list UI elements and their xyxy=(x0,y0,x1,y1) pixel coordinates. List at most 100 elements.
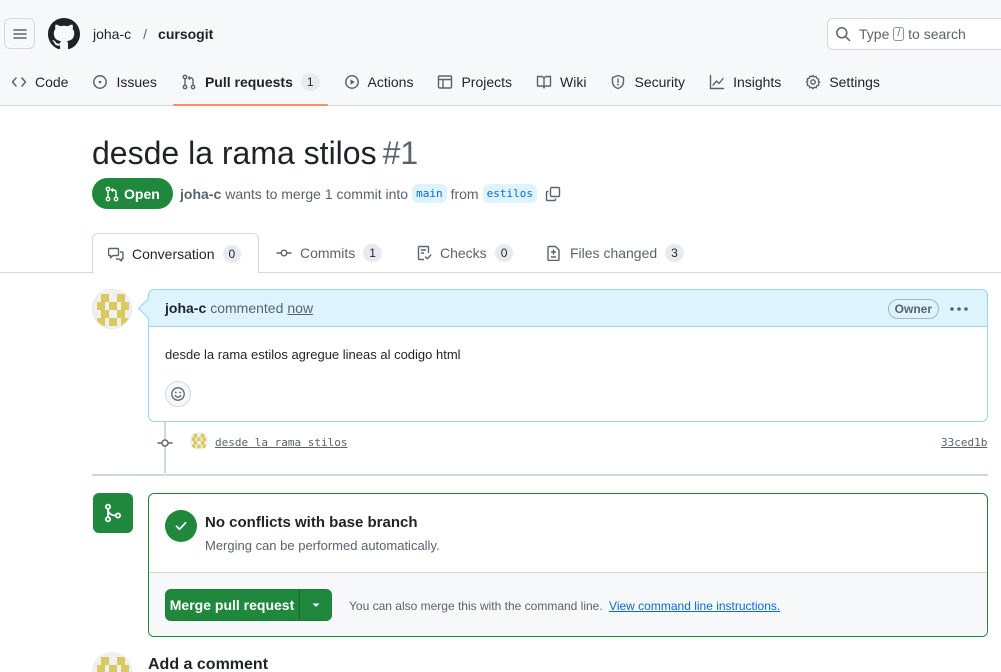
tab-code-label: Code xyxy=(35,74,69,90)
merge-options-button[interactable] xyxy=(299,589,332,621)
kebab-horizontal-icon xyxy=(950,307,968,311)
pull-request-icon xyxy=(105,186,119,201)
add-reaction-button[interactable] xyxy=(165,381,191,407)
pr-tabs: Conversation 0 Commits 1 Checks 0 Files … xyxy=(0,233,1001,274)
issue-icon xyxy=(93,75,108,89)
tab-code[interactable]: Code xyxy=(0,64,76,100)
pr-meta: joha-c wants to merge 1 commit into main… xyxy=(180,184,561,203)
tab-security[interactable]: Security xyxy=(602,64,693,100)
owner-badge: Owner xyxy=(887,299,939,319)
tab-actions[interactable]: Actions xyxy=(336,64,422,100)
search-input[interactable]: Type / to search xyxy=(827,18,1001,50)
tab-actions-label: Actions xyxy=(367,74,414,90)
merge-hint-text: You can also merge this with the command… xyxy=(349,599,603,613)
tab-conversation-label: Conversation xyxy=(132,245,215,262)
pr-number: #1 xyxy=(382,135,419,171)
hamburger-icon xyxy=(12,28,27,39)
tab-projects[interactable]: Projects xyxy=(429,64,520,100)
commit-author-avatar[interactable] xyxy=(190,432,208,450)
book-icon xyxy=(536,75,552,89)
merge-box: No conflicts with base branch Merging ca… xyxy=(148,493,988,637)
add-comment-heading: Add a comment xyxy=(148,656,269,672)
file-diff-icon xyxy=(547,245,560,261)
copy-branch-button[interactable] xyxy=(545,186,561,202)
git-merge-icon xyxy=(104,503,122,523)
checklist-icon xyxy=(417,245,432,261)
github-logo-icon[interactable] xyxy=(48,18,80,50)
breadcrumb: joha-c / cursogit xyxy=(93,25,213,43)
tab-projects-label: Projects xyxy=(461,74,513,90)
pr-merge-text: wants to merge 1 commit into xyxy=(225,185,409,202)
tab-insights-label: Insights xyxy=(733,74,782,90)
breadcrumb-separator: / xyxy=(143,26,148,42)
app-header: joha-c / cursogit Type / to search Code … xyxy=(0,0,1001,106)
breadcrumb-repo-link[interactable]: cursogit xyxy=(158,25,213,43)
tab-issues-label: Issues xyxy=(116,74,157,90)
merge-hint: You can also merge this with the command… xyxy=(349,599,780,613)
merge-status-icon xyxy=(93,493,133,533)
tab-insights[interactable]: Insights xyxy=(701,64,789,100)
tab-checks[interactable]: Checks 0 xyxy=(416,233,514,273)
tab-issues[interactable]: Issues xyxy=(84,64,164,100)
commit-icon xyxy=(276,249,292,257)
base-branch-label[interactable]: main xyxy=(412,184,447,203)
search-icon xyxy=(836,27,851,42)
check-circle-icon xyxy=(165,510,197,542)
play-icon xyxy=(344,75,359,89)
search-shortcut-key: / xyxy=(893,27,905,41)
commit-message-link[interactable]: desde la rama stilos xyxy=(215,436,347,449)
tab-checks-count: 0 xyxy=(494,244,514,262)
avatar[interactable] xyxy=(92,289,132,329)
current-user-avatar[interactable] xyxy=(92,652,132,672)
tab-files-changed[interactable]: Files changed 3 xyxy=(546,233,684,273)
tab-commits-count: 1 xyxy=(363,244,382,262)
shield-icon xyxy=(612,74,625,90)
gear-icon xyxy=(805,74,821,90)
comment-timestamp-link[interactable]: now xyxy=(287,300,313,316)
tab-settings[interactable]: Settings xyxy=(797,64,888,100)
search-placeholder-prefix: Type xyxy=(859,26,890,42)
triangle-down-icon xyxy=(312,603,319,607)
comment-author-link[interactable]: joha-c xyxy=(165,300,206,316)
commit-sha-link[interactable]: 33ced1b xyxy=(941,436,987,449)
identicon-icon xyxy=(93,290,131,328)
merge-pull-request-button[interactable]: Merge pull request xyxy=(165,589,299,621)
menu-button[interactable] xyxy=(4,18,35,49)
tab-conversation[interactable]: Conversation 0 xyxy=(92,233,259,274)
code-icon xyxy=(11,77,27,87)
comment-options-button[interactable] xyxy=(949,299,969,319)
tab-conversation-count: 0 xyxy=(222,244,242,263)
pr-from-text: from xyxy=(450,185,479,202)
breadcrumb-owner-link[interactable]: joha-c xyxy=(93,25,131,43)
merge-status-title: No conflicts with base branch xyxy=(205,514,418,531)
tab-security-label: Security xyxy=(634,74,686,90)
comment-body: desde la rama estilos agregue lineas al … xyxy=(165,347,461,362)
identicon-icon xyxy=(190,432,208,450)
repo-nav: Code Issues Pull requests 1 Actions Proj… xyxy=(0,64,896,106)
pr-title: desde la rama stilos xyxy=(92,135,377,171)
pull-request-icon xyxy=(182,74,196,90)
comment-discussion-icon xyxy=(108,247,124,262)
graph-icon xyxy=(709,74,725,90)
status-badge: Open xyxy=(92,178,173,209)
merge-status-subtitle: Merging can be performed automatically. xyxy=(205,538,440,553)
tab-commits-label: Commits xyxy=(300,245,356,261)
identicon-icon xyxy=(93,653,131,672)
head-branch-label[interactable]: estilos xyxy=(482,184,537,203)
comment-card: joha-c commented now Owner desde la rama… xyxy=(148,289,988,422)
tab-pull-requests[interactable]: Pull requests 1 xyxy=(172,64,328,106)
comment-header: joha-c commented now Owner xyxy=(149,290,987,327)
page-title: desde la rama stilos #1 xyxy=(92,134,418,172)
commit-node-icon xyxy=(157,436,173,452)
tab-commits[interactable]: Commits 1 xyxy=(276,233,382,273)
tab-files-changed-count: 3 xyxy=(665,244,684,262)
pull-requests-count: 1 xyxy=(300,73,320,91)
command-line-instructions-link[interactable]: View command line instructions. xyxy=(609,599,780,613)
status-badge-label: Open xyxy=(124,185,160,202)
merge-footer: Merge pull request You can also merge th… xyxy=(149,572,987,636)
pr-author-link[interactable]: joha-c xyxy=(180,186,221,202)
table-icon xyxy=(438,75,453,89)
smiley-icon xyxy=(171,387,185,401)
tab-wiki-label: Wiki xyxy=(560,74,587,90)
tab-wiki[interactable]: Wiki xyxy=(528,64,594,100)
